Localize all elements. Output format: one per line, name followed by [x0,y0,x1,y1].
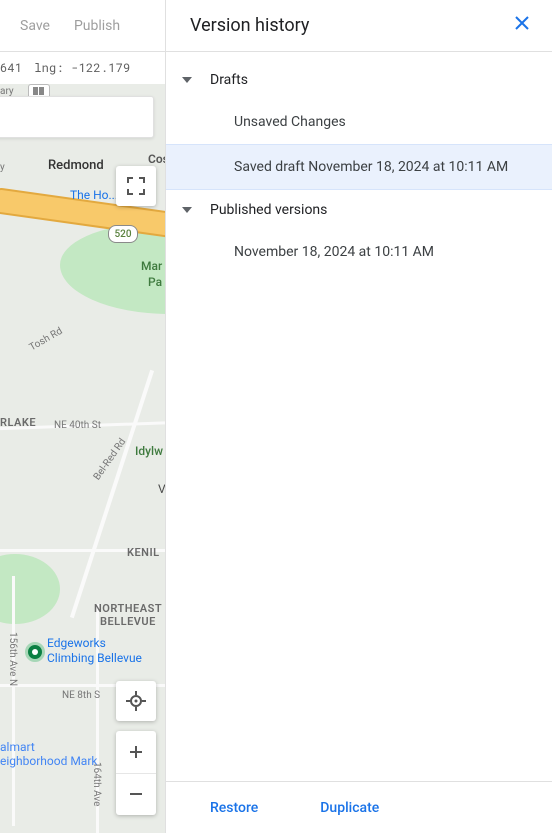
version-item-unsaved[interactable]: Unsaved Changes [166,100,552,144]
version-item-published[interactable]: November 18, 2024 at 10:11 AM [166,230,552,274]
duplicate-button[interactable]: Duplicate [296,792,393,824]
fullscreen-button[interactable] [116,166,156,206]
panel-footer: Restore Duplicate [166,781,552,833]
park-label: Idylw [135,444,163,458]
lat-value: 641 [0,60,22,76]
layers-icon [32,86,46,96]
neighborhood-label: KENIL [127,546,160,559]
zoom-in-button[interactable] [116,731,156,773]
map-label: Cost [148,152,165,166]
road [12,576,15,826]
neighborhood-label: RLAKE [0,416,36,429]
map-label: y [0,162,5,173]
close-button[interactable] [508,9,536,42]
neighborhood-label: BELLEVUE [100,615,156,628]
caret-down-icon [182,77,192,83]
lng-value: lng: -122.179 [34,60,130,76]
plus-icon [128,744,144,760]
version-item-saved-draft[interactable]: Saved draft November 18, 2024 at 10:11 A… [166,144,552,190]
panel-header: Version history [166,0,552,52]
section-published-toggle[interactable]: Published versions [166,190,552,230]
park-label: Pa [148,275,162,289]
poi-label: Edgeworks [47,636,106,650]
crosshair-icon [126,691,146,711]
version-history-panel: Version history Drafts Unsaved Changes S… [165,0,552,833]
section-drafts-toggle[interactable]: Drafts [166,60,552,100]
street-label: 156th Ave N [7,632,18,686]
poi-pin-icon[interactable] [25,642,45,662]
park-label: Mar [141,259,162,273]
zoom-out-button[interactable] [116,774,156,816]
my-location-button[interactable] [116,681,156,721]
caret-down-icon [182,207,192,213]
publish-button[interactable]: Publish [62,10,132,42]
panel-body: Drafts Unsaved Changes Saved draft Novem… [166,52,552,781]
city-label-redmond: Redmond [48,158,104,173]
poi-label: Climbing Bellevue [47,651,142,665]
close-icon [514,15,530,31]
save-button[interactable]: Save [8,10,62,42]
map-search-input[interactable] [0,96,154,138]
restore-button[interactable]: Restore [186,792,272,824]
zoom-controls [116,731,156,815]
neighborhood-label: NORTHEAST [94,602,162,615]
section-drafts-label: Drafts [210,72,248,88]
fullscreen-icon [127,177,145,195]
street-label: 164th Ave [91,762,102,806]
map-label: V [158,482,165,496]
section-published-label: Published versions [210,202,327,218]
highway-shield-icon: 520 [108,225,138,243]
street-label: NE 8th S [62,690,100,701]
minus-icon [128,786,144,802]
panel-title: Version history [190,15,309,36]
map-canvas[interactable]: ary y Redmond 520 The Ho... ep... Cost M… [0,84,165,833]
street-label: NE 40th St [54,420,101,431]
shop-label: eighborhood Mark [0,754,97,768]
shop-label: almart [0,740,35,754]
